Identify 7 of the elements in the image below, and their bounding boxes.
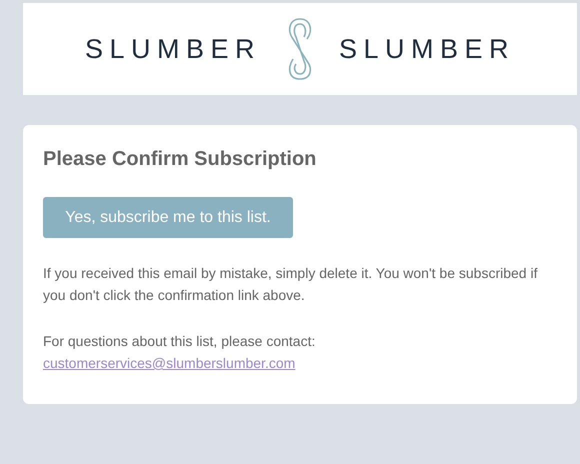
contact-text: For questions about this list, please contact: customerservices@slumberslumber.com [43,332,316,373]
email-link[interactable]: customerservices@slumberslumber.com [43,355,296,371]
logo-text: SLUMBER [84,36,261,62]
note-text: If you received this email by mistake, simply delete it. You won't be subscribed if you don't click the confirmation link above. [43,264,538,305]
subscribe-button[interactable]: Yes, subscribe me to this list. [43,197,293,238]
heading: Please Confirm Subscription [43,147,318,171]
logo-text: SLUMBER [339,36,516,62]
